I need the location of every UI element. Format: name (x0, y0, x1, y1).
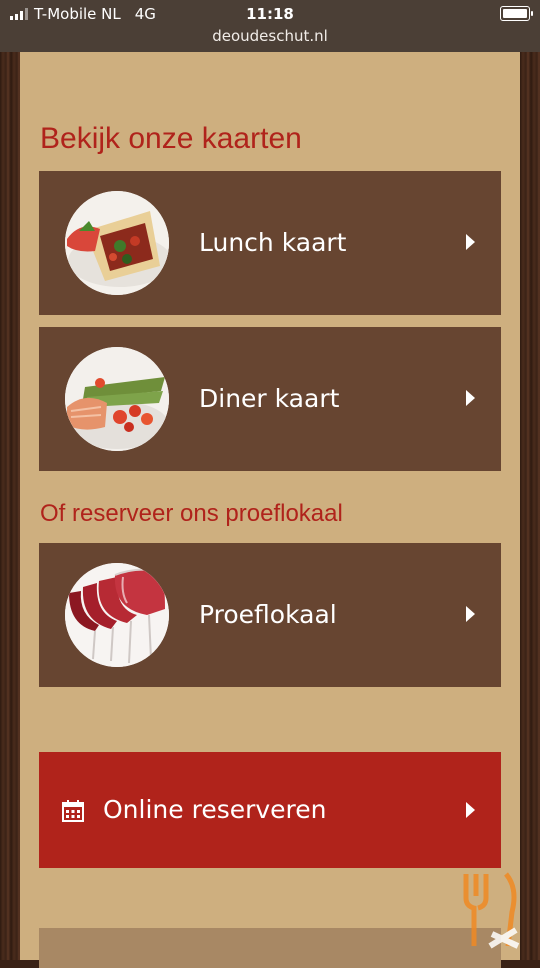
online-reserve-label: Online reserveren (103, 795, 327, 824)
lunch-menu-label: Lunch kaart (199, 228, 347, 257)
calendar-icon (62, 800, 84, 822)
chevron-right-icon (466, 606, 475, 622)
chevron-right-icon (466, 234, 475, 250)
wood-frame-right (520, 52, 540, 960)
salmon-dish-image (65, 347, 169, 451)
tasting-room-card[interactable]: Proeflokaal (39, 543, 501, 687)
dinner-menu-label: Diner kaart (199, 384, 340, 413)
page-content: Bekijk onze kaarten Lunch kaart Diner ka… (20, 52, 520, 968)
fork-knife-logo-icon (463, 872, 520, 949)
bottom-section (39, 928, 501, 968)
dinner-menu-card[interactable]: Diner kaart (39, 327, 501, 471)
lunch-menu-card[interactable]: Lunch kaart (39, 171, 501, 315)
battery-icon (500, 6, 533, 21)
chevron-right-icon (466, 390, 475, 406)
wood-frame-left (0, 52, 20, 960)
heading-reserve: Of reserveer ons proeflokaal (40, 500, 343, 527)
online-reserve-button[interactable]: Online reserveren (39, 752, 501, 868)
heading-menus: Bekijk onze kaarten (40, 122, 302, 155)
wrap-food-image (65, 191, 169, 295)
address-bar[interactable]: deoudeschut.nl (0, 27, 540, 45)
status-time: 11:18 (246, 5, 294, 23)
tasting-room-label: Proeflokaal (199, 600, 337, 629)
status-bar: T-Mobile NL 4G 11:18 deoudeschut.nl (0, 0, 540, 52)
chevron-right-icon (466, 802, 475, 818)
wine-glasses-image (65, 563, 169, 667)
